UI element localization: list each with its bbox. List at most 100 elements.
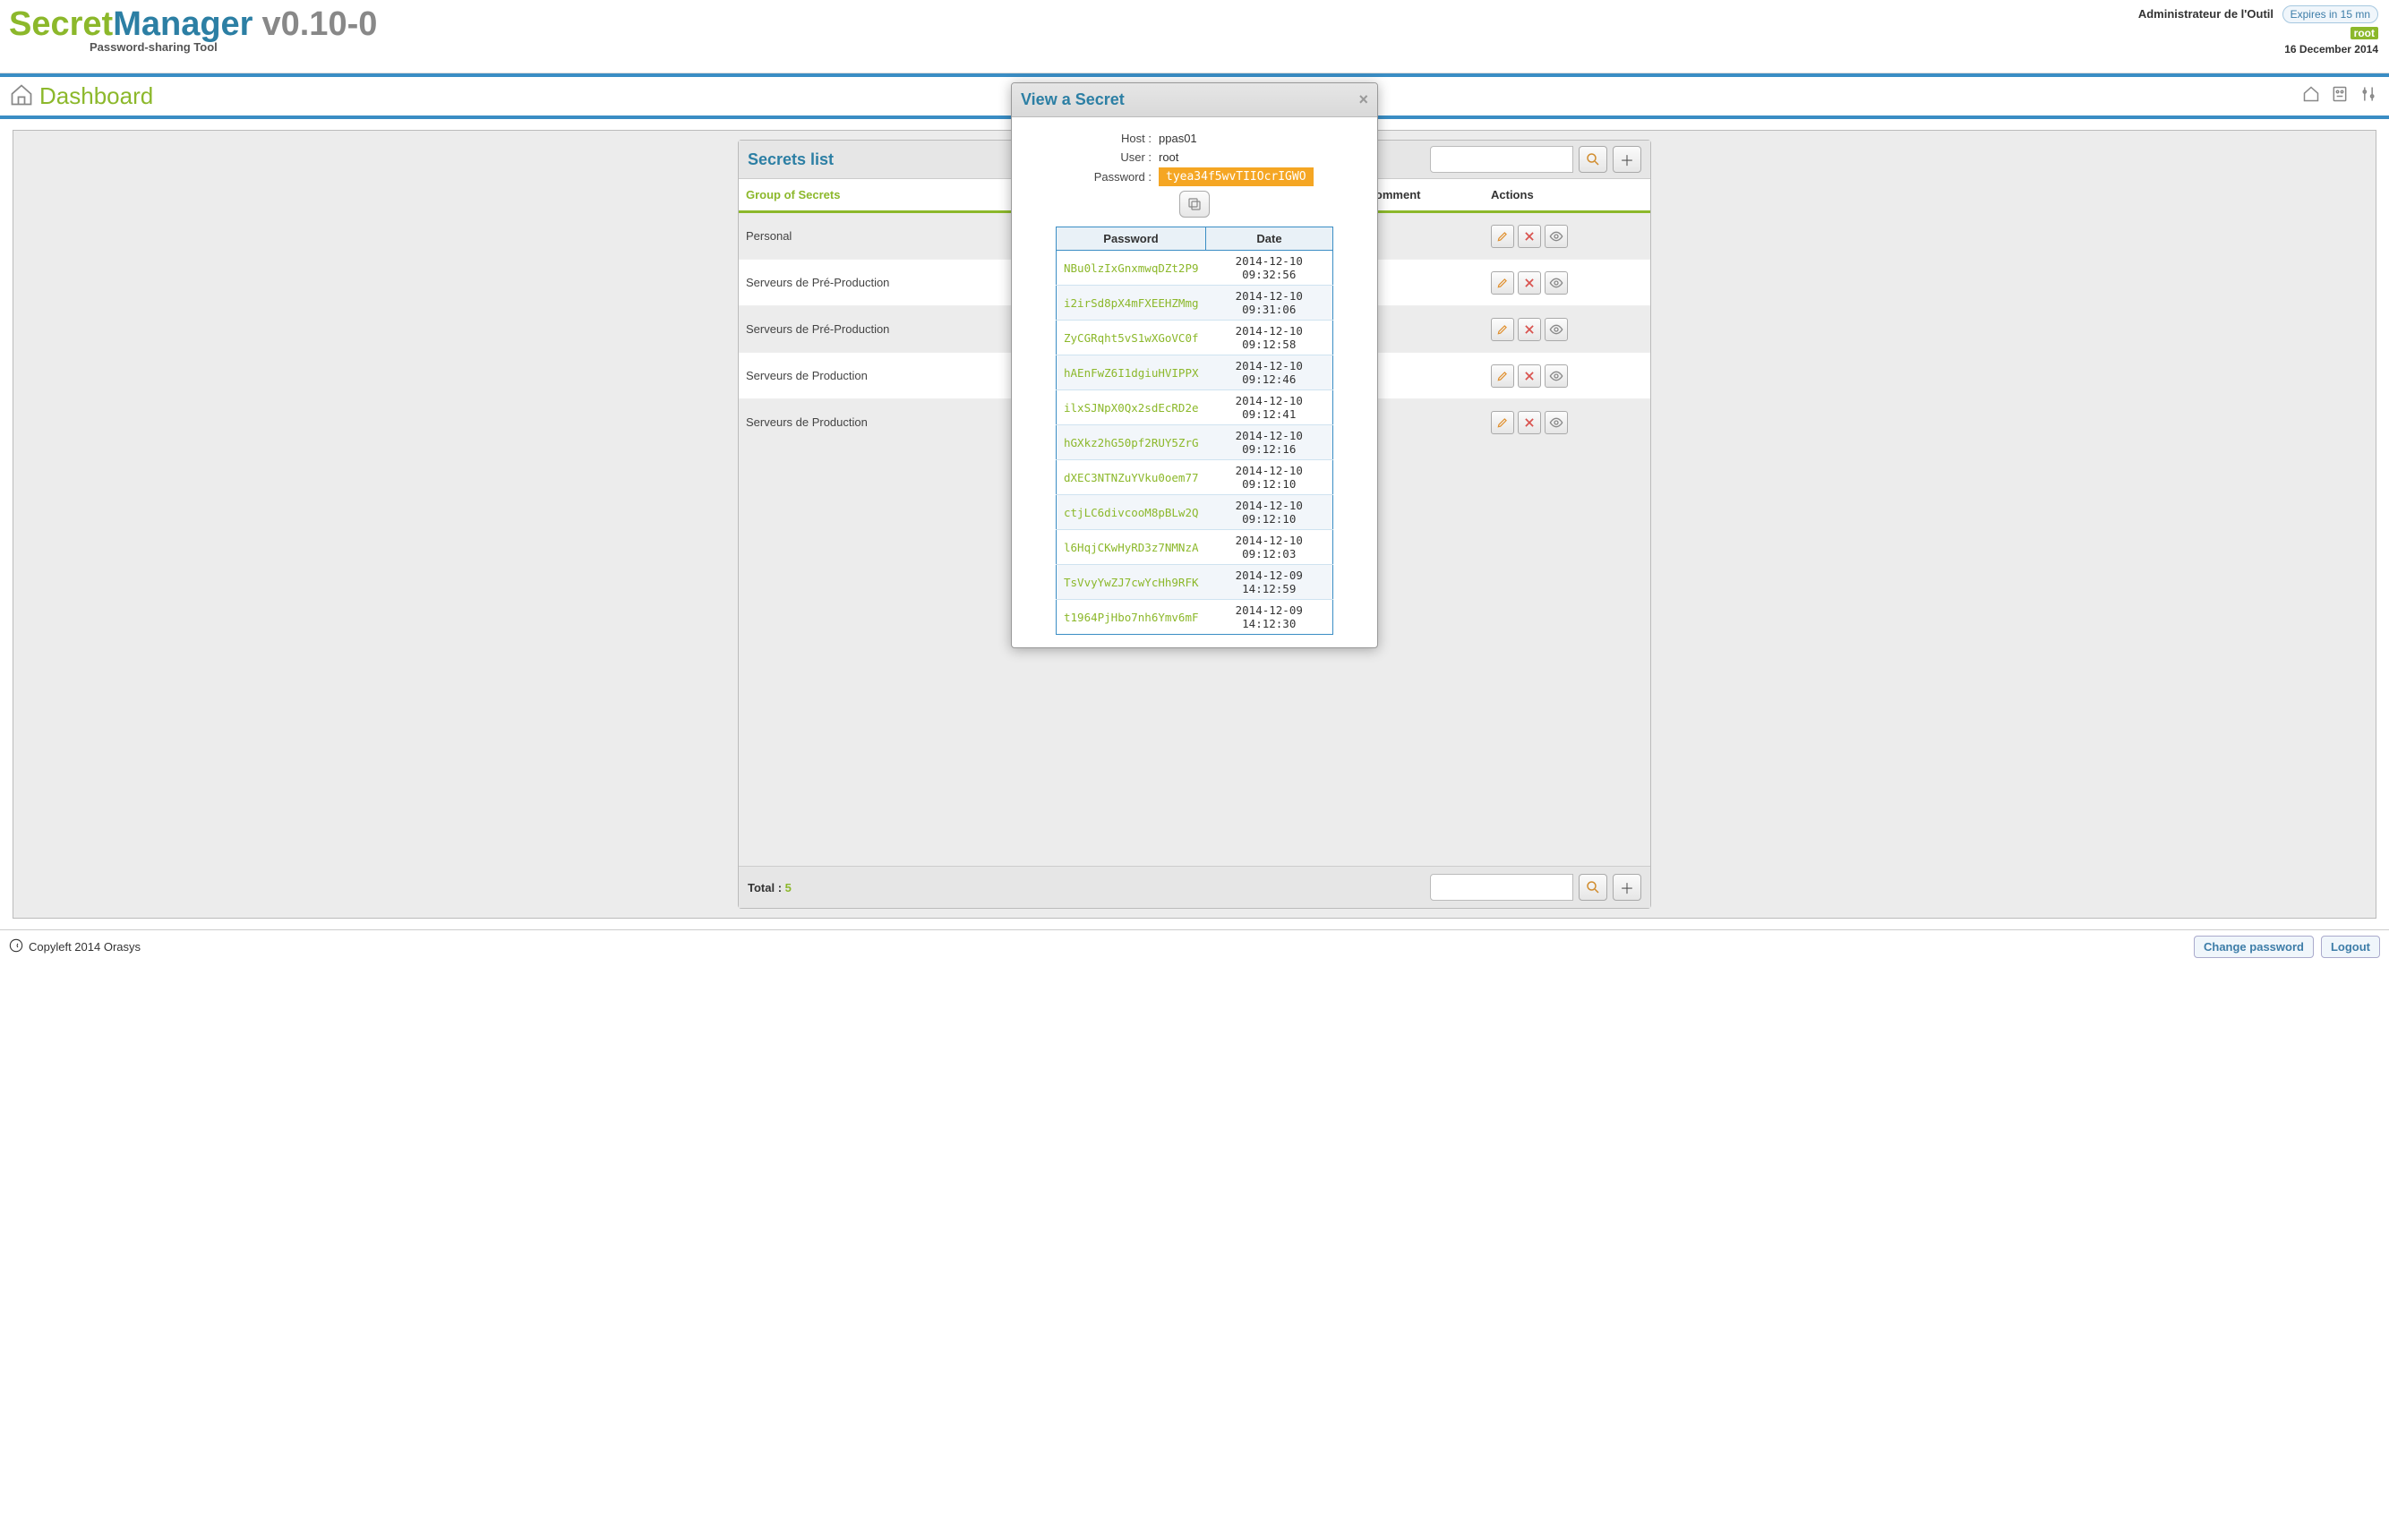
view-button[interactable]	[1545, 225, 1568, 248]
header-settings-icon[interactable]	[2359, 84, 2378, 104]
logo-part-a: Secret	[9, 5, 113, 44]
host-value: ppas01	[1159, 132, 1197, 145]
app-footer: Copyleft 2014 Orasys Change password Log…	[0, 929, 2389, 963]
edit-button[interactable]	[1491, 318, 1514, 341]
add-button[interactable]: ＋	[1613, 146, 1641, 173]
history-col-password: Password	[1057, 227, 1206, 251]
root-badge: root	[2350, 27, 2378, 39]
delete-button[interactable]	[1518, 225, 1541, 248]
history-row: hAEnFwZ6I1dgiuHVIPPX2014-12-10 09:12:46	[1057, 355, 1333, 390]
history-password[interactable]: ZyCGRqht5vS1wXGoVC0f	[1057, 321, 1206, 355]
history-date: 2014-12-10 09:12:41	[1206, 390, 1333, 425]
search-button[interactable]	[1579, 146, 1607, 173]
home-icon[interactable]	[9, 82, 34, 110]
history-password[interactable]: ctjLC6divcooM8pBLw2Q	[1057, 495, 1206, 530]
copy-password-button[interactable]	[1179, 191, 1210, 218]
view-secret-modal: View a Secret × Host : ppas01 User : roo…	[1011, 82, 1378, 648]
modal-title: View a Secret	[1021, 90, 1125, 109]
view-button[interactable]	[1545, 271, 1568, 295]
history-date: 2014-12-09 14:12:30	[1206, 600, 1333, 635]
col-group[interactable]: Group of Secrets	[739, 179, 1027, 212]
history-password[interactable]: TsVvyYwZJ7cwYcHh9RFK	[1057, 565, 1206, 600]
cell-actions	[1484, 353, 1650, 399]
cell-group: Personal	[739, 212, 1027, 260]
session-expires-button[interactable]: Expires in 15 mn	[2282, 5, 2378, 23]
header-secrets-icon[interactable]	[2330, 84, 2350, 104]
current-date: 16 December 2014	[2138, 43, 2378, 56]
search-button-bottom[interactable]	[1579, 874, 1607, 901]
cell-group: Serveurs de Pré-Production	[739, 260, 1027, 306]
history-date: 2014-12-10 09:12:46	[1206, 355, 1333, 390]
view-button[interactable]	[1545, 411, 1568, 434]
add-button-bottom[interactable]: ＋	[1613, 874, 1641, 901]
history-row: TsVvyYwZJ7cwYcHh9RFK2014-12-09 14:12:59	[1057, 565, 1333, 600]
cell-comment	[1360, 399, 1484, 446]
cell-group: Serveurs de Pré-Production	[739, 306, 1027, 353]
total-value: 5	[785, 881, 792, 894]
app-tagline: Password-sharing Tool	[90, 40, 2380, 54]
history-date: 2014-12-10 09:12:16	[1206, 425, 1333, 460]
edit-button[interactable]	[1491, 225, 1514, 248]
cell-comment	[1360, 353, 1484, 399]
history-row: hGXkz2hG50pf2RUY5ZrG2014-12-10 09:12:16	[1057, 425, 1333, 460]
panel-title: Secrets list	[748, 150, 834, 169]
delete-button[interactable]	[1518, 318, 1541, 341]
page-title: Dashboard	[39, 82, 153, 110]
delete-button[interactable]	[1518, 411, 1541, 434]
history-row: NBu0lzIxGnxmwqDZt2P92014-12-10 09:32:56	[1057, 251, 1333, 286]
header-home-icon[interactable]	[2301, 84, 2321, 104]
edit-button[interactable]	[1491, 271, 1514, 295]
history-row: ctjLC6divcooM8pBLw2Q2014-12-10 09:12:10	[1057, 495, 1333, 530]
cell-comment	[1360, 306, 1484, 353]
user-label: User :	[1024, 150, 1159, 164]
delete-button[interactable]	[1518, 364, 1541, 388]
history-password[interactable]: hGXkz2hG50pf2RUY5ZrG	[1057, 425, 1206, 460]
col-comment[interactable]: Comment	[1360, 179, 1484, 212]
history-date: 2014-12-10 09:12:58	[1206, 321, 1333, 355]
user-value: root	[1159, 150, 1178, 164]
cell-comment	[1360, 260, 1484, 306]
history-password[interactable]: NBu0lzIxGnxmwqDZt2P9	[1057, 251, 1206, 286]
change-password-button[interactable]: Change password	[2194, 936, 2314, 958]
search-input[interactable]	[1430, 146, 1573, 173]
history-col-date: Date	[1206, 227, 1333, 251]
cell-actions	[1484, 212, 1650, 260]
app-version: v0.10-0	[261, 5, 377, 44]
copyleft-text: Copyleft 2014 Orasys	[29, 940, 141, 954]
history-password[interactable]: hAEnFwZ6I1dgiuHVIPPX	[1057, 355, 1206, 390]
password-value[interactable]: tyea34f5wvTIIOcrIGWO	[1159, 167, 1314, 186]
history-date: 2014-12-10 09:32:56	[1206, 251, 1333, 286]
history-password[interactable]: ilxSJNpX0Qx2sdEcRD2e	[1057, 390, 1206, 425]
history-date: 2014-12-09 14:12:59	[1206, 565, 1333, 600]
logo-part-b: Manager	[113, 5, 253, 44]
admin-label: Administrateur de l'Outil	[2138, 7, 2273, 21]
history-row: l6HqjCKwHyRD3z7NMNzA2014-12-10 09:12:03	[1057, 530, 1333, 565]
modal-close-icon[interactable]: ×	[1358, 90, 1368, 109]
history-password[interactable]: dXEC3NTNZuYVku0oem77	[1057, 460, 1206, 495]
cell-actions	[1484, 260, 1650, 306]
history-date: 2014-12-10 09:31:06	[1206, 286, 1333, 321]
history-date: 2014-12-10 09:12:10	[1206, 460, 1333, 495]
history-password[interactable]: i2irSd8pX4mFXEEHZMmg	[1057, 286, 1206, 321]
edit-button[interactable]	[1491, 364, 1514, 388]
history-row: ilxSJNpX0Qx2sdEcRD2e2014-12-10 09:12:41	[1057, 390, 1333, 425]
search-input-bottom[interactable]	[1430, 874, 1573, 901]
password-label: Password :	[1024, 170, 1159, 184]
delete-button[interactable]	[1518, 271, 1541, 295]
cell-group: Serveurs de Production	[739, 353, 1027, 399]
view-button[interactable]	[1545, 318, 1568, 341]
view-button[interactable]	[1545, 364, 1568, 388]
logout-button[interactable]: Logout	[2321, 936, 2380, 958]
history-password[interactable]: l6HqjCKwHyRD3z7NMNzA	[1057, 530, 1206, 565]
cell-actions	[1484, 306, 1650, 353]
edit-button[interactable]	[1491, 411, 1514, 434]
history-date: 2014-12-10 09:12:03	[1206, 530, 1333, 565]
history-row: i2irSd8pX4mFXEEHZMmg2014-12-10 09:31:06	[1057, 286, 1333, 321]
history-date: 2014-12-10 09:12:10	[1206, 495, 1333, 530]
history-row: dXEC3NTNZuYVku0oem772014-12-10 09:12:10	[1057, 460, 1333, 495]
cell-actions	[1484, 399, 1650, 446]
history-password[interactable]: t1964PjHbo7nh6Ymv6mF	[1057, 600, 1206, 635]
history-row: ZyCGRqht5vS1wXGoVC0f2014-12-10 09:12:58	[1057, 321, 1333, 355]
host-label: Host :	[1024, 132, 1159, 145]
total-label: Total :	[748, 881, 782, 894]
